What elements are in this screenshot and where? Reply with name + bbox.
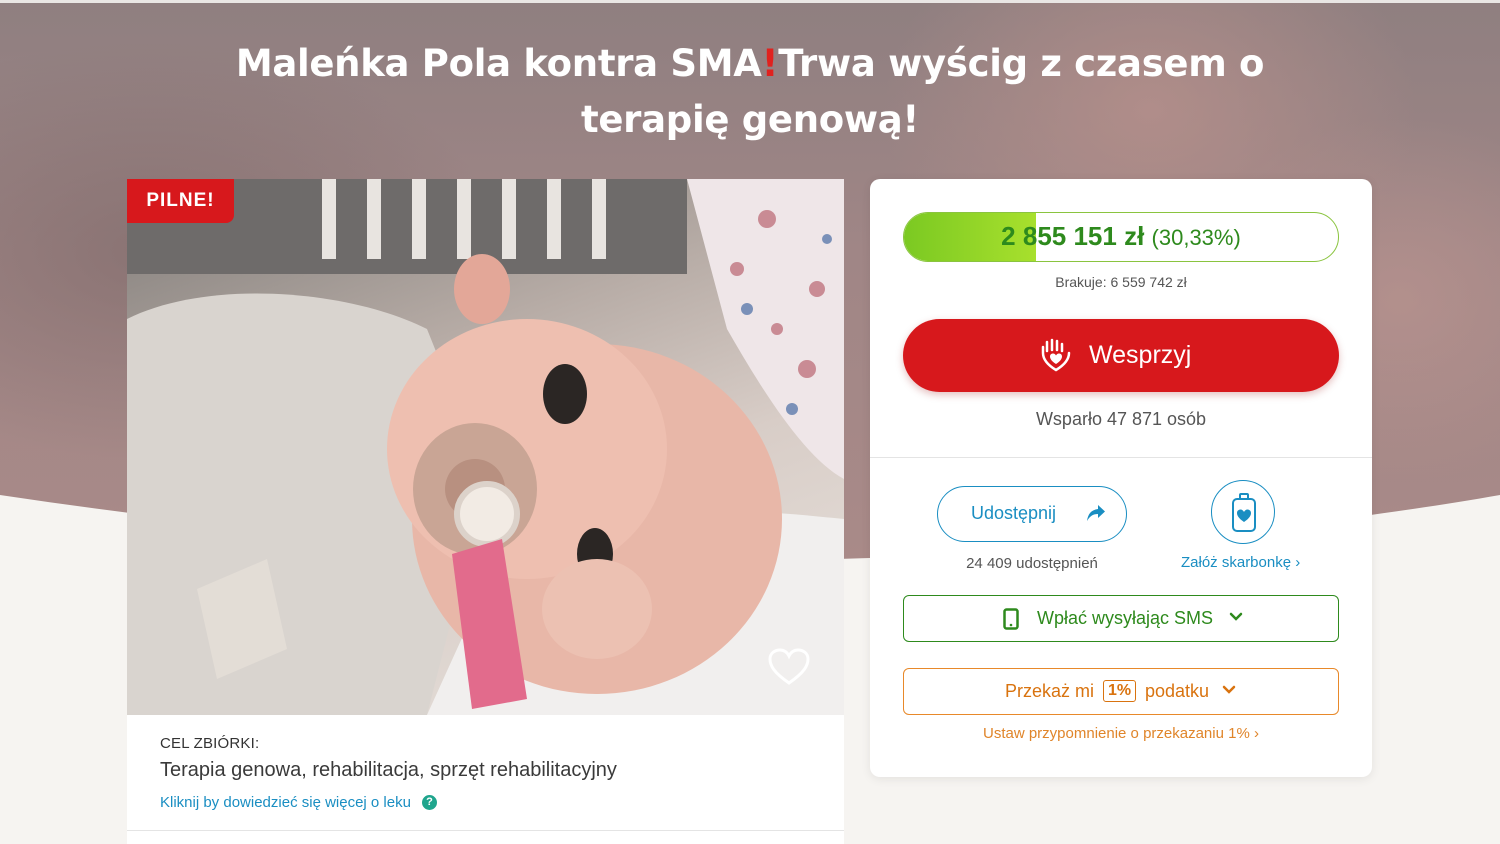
- tax-button-prefix: Przekaż mi: [1005, 681, 1095, 701]
- supporters-count: Wsparło 47 871 osób: [1035, 409, 1207, 429]
- campaign-photo[interactable]: PILNE!: [127, 179, 844, 715]
- piggy-bank-button[interactable]: [1211, 480, 1275, 544]
- donation-divider: [870, 457, 1372, 458]
- help-icon[interactable]: ?: [422, 795, 437, 810]
- share-arrow-icon: [1087, 505, 1105, 521]
- share-button[interactable]: Udostępnij: [937, 486, 1127, 542]
- create-piggy-bank-link[interactable]: Załóż skarbonkę ›: [1181, 554, 1300, 571]
- card-divider: [127, 830, 844, 831]
- one-percent-badge: 1%: [1103, 680, 1136, 702]
- goal-text: Terapia genowa, rehabilitacja, sprzęt re…: [160, 759, 617, 781]
- support-button[interactable]: Wesprzyj: [903, 319, 1339, 392]
- progress-label: 2 855 151 zł (30,33%): [904, 213, 1338, 261]
- exclamation-mark: !: [761, 42, 779, 85]
- raised-amount: 2 855 151 zł: [1001, 221, 1145, 251]
- tax-one-percent-button[interactable]: Przekaż mi 1% podatku: [903, 668, 1339, 715]
- progress-bar: 2 855 151 zł (30,33%): [903, 212, 1339, 262]
- piggy-bank-icon: [1232, 493, 1256, 532]
- share-button-label: Udostępnij: [971, 503, 1057, 523]
- raised-percent: (30,33%): [1151, 225, 1241, 250]
- chevron-right-icon: ›: [1253, 725, 1259, 742]
- campaign-card: PILNE! CEL ZBIÓRKI: Terapia genowa, reha…: [127, 179, 844, 844]
- support-button-label: Wesprzyj: [1089, 341, 1192, 369]
- tax-reminder-link[interactable]: Ustaw przypomnienie o przekazaniu 1% ›: [870, 725, 1372, 742]
- top-border: [0, 0, 1500, 3]
- drug-info-link[interactable]: Kliknij by dowiedzieć się więcej o leku: [160, 794, 411, 811]
- phone-icon: [1003, 608, 1019, 630]
- goal-label: CEL ZBIÓRKI:: [160, 735, 260, 752]
- heart-hand-icon: [1041, 338, 1071, 372]
- share-count: 24 409 udostępnień: [966, 555, 1098, 572]
- urgent-badge: PILNE!: [127, 179, 234, 223]
- chevron-down-icon: [1222, 685, 1236, 694]
- sms-donate-button[interactable]: Wpłać wysyłając SMS: [903, 595, 1339, 642]
- favorite-heart-icon[interactable]: [768, 648, 810, 686]
- page-title: Maleńka Pola kontra SMA!Trwa wyścig z cz…: [235, 42, 1265, 141]
- chevron-right-icon: ›: [1295, 554, 1301, 571]
- tax-button-suffix: podatku: [1145, 681, 1210, 701]
- donation-card: 2 855 151 zł (30,33%) Brakuje: 6 559 742…: [870, 179, 1372, 777]
- sms-button-label: Wpłać wysyłając SMS: [1037, 608, 1214, 628]
- chevron-down-icon: [1229, 612, 1243, 621]
- missing-amount: Brakuje: 6 559 742 zł: [1055, 274, 1187, 290]
